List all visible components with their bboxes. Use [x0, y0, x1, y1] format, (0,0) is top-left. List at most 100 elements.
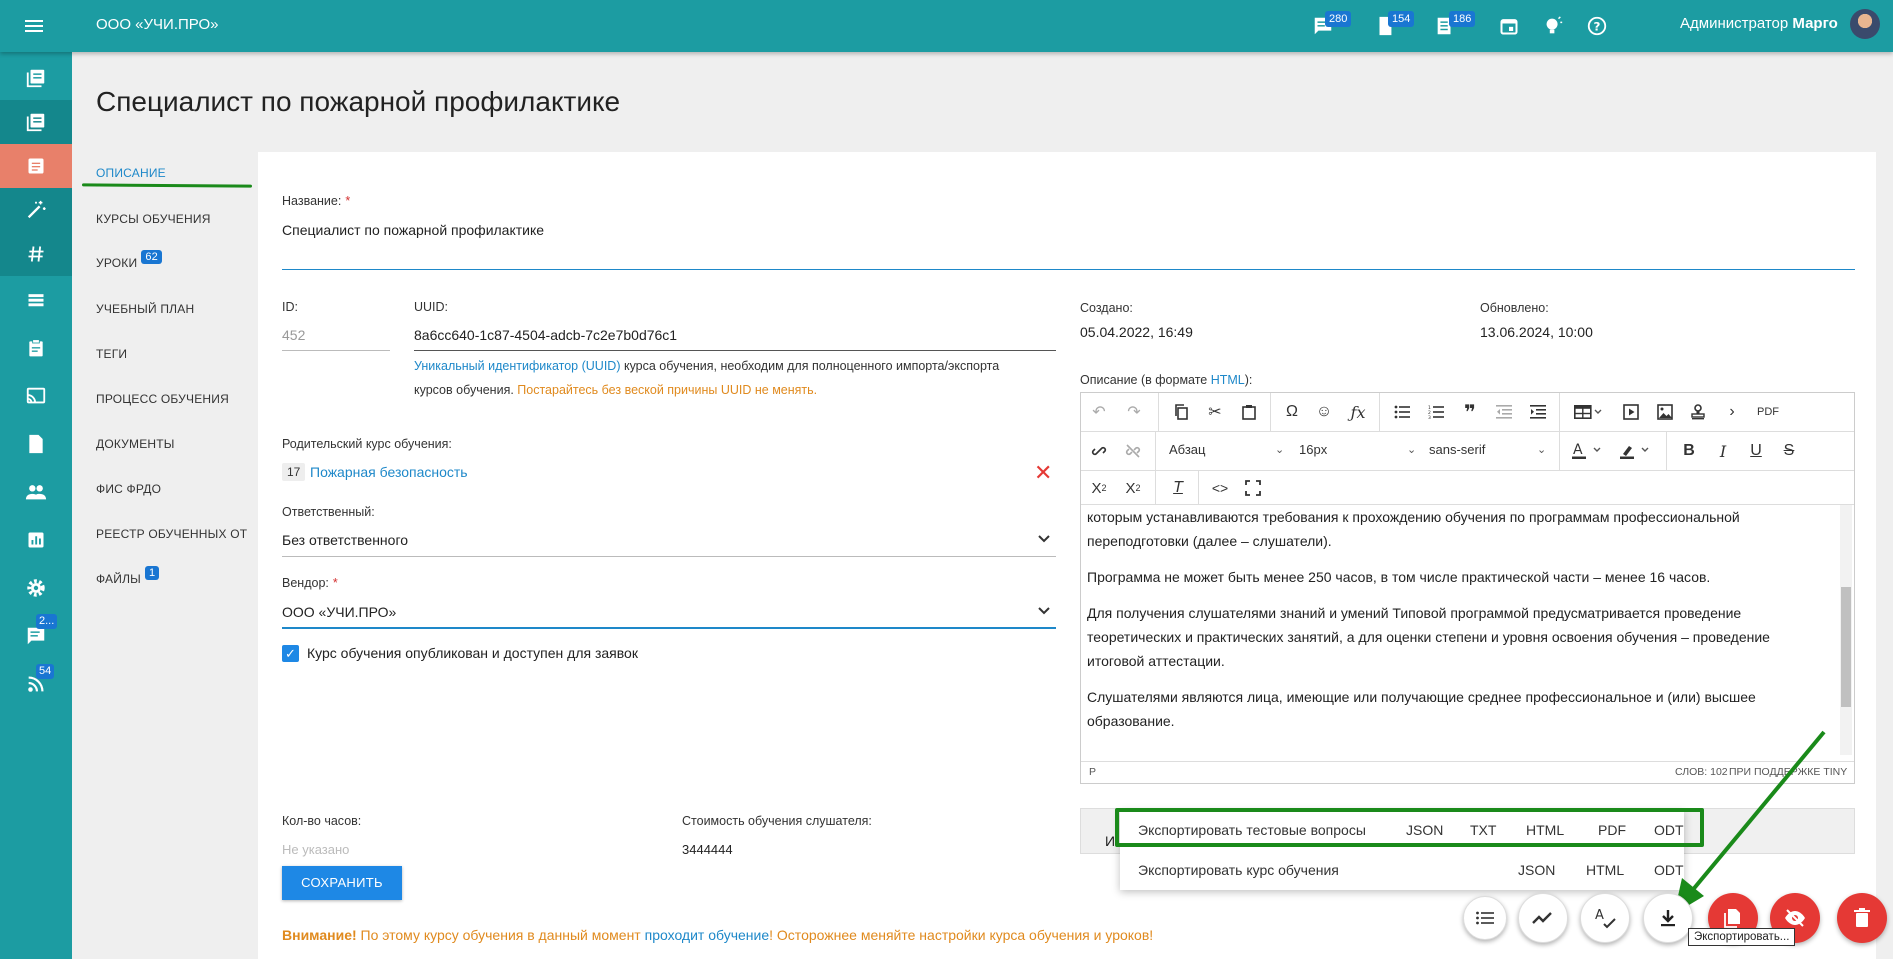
warning-message: Внимание! По этому курсу обучения в данн…	[282, 927, 1153, 943]
sidebar-item-courses[interactable]	[0, 56, 72, 100]
subscript-icon[interactable]: X2	[1087, 477, 1111, 499]
italic-icon[interactable]: I	[1711, 440, 1735, 462]
sidebar-item-settings[interactable]	[0, 566, 72, 610]
numbered-list-icon[interactable]: 123	[1424, 401, 1448, 423]
paste-icon[interactable]	[1237, 401, 1261, 423]
sidebar-item-list[interactable]	[0, 278, 72, 322]
font-size-select[interactable]: 16px ⌄	[1299, 442, 1416, 457]
name-field[interactable]: Специалист по пожарной профилактике	[282, 222, 544, 238]
owner-select[interactable]: Без ответственного	[282, 532, 408, 548]
font-family-select[interactable]: sans-serif ⌄	[1429, 442, 1546, 457]
sidebar-item-reports[interactable]	[0, 518, 72, 562]
media-icon[interactable]	[1619, 401, 1643, 423]
pdf-button[interactable]: PDF	[1751, 401, 1785, 423]
element-path[interactable]: P	[1089, 766, 1096, 778]
bold-icon[interactable]: B	[1677, 440, 1701, 462]
notification-badge: 280	[1325, 11, 1352, 27]
spellcheck-fab-button[interactable]: A	[1580, 893, 1630, 943]
editor-toolbar-row: ↶ ↷ ✂ Ω ☺ ƒx 123 ❞ › PDF	[1081, 393, 1854, 432]
published-checkbox[interactable]: ✓	[282, 645, 299, 662]
sidebar-item-magic[interactable]	[0, 188, 72, 232]
trend-fab-button[interactable]	[1518, 893, 1568, 943]
avatar[interactable]	[1850, 9, 1880, 39]
trash-icon	[1854, 908, 1870, 927]
list-fab-button[interactable]	[1463, 896, 1507, 940]
sidebar-item-tags[interactable]	[0, 232, 72, 276]
page-title: Специалист по пожарной профилактике	[96, 86, 621, 117]
underline-icon[interactable]: U	[1744, 440, 1768, 462]
bullet-list-icon[interactable]	[1390, 401, 1414, 423]
tab-documents[interactable]: ДОКУМЕНТЫ	[96, 437, 175, 451]
price-field[interactable]: 3444444	[682, 842, 733, 857]
special-char-icon[interactable]: Ω	[1280, 401, 1304, 423]
fullscreen-icon[interactable]	[1241, 477, 1265, 499]
sidebar-item-users[interactable]	[0, 470, 72, 514]
vendor-select[interactable]: ООО «УЧИ.ПРО»	[282, 604, 396, 620]
outdent-icon[interactable]	[1492, 401, 1516, 423]
user-menu[interactable]: Администратор Марго	[1680, 15, 1838, 32]
html-link[interactable]: HTML	[1211, 373, 1245, 387]
calendar-icon[interactable]	[1496, 13, 1522, 39]
lightbulb-icon[interactable]	[1540, 13, 1566, 39]
clear-format-icon[interactable]: T	[1166, 477, 1190, 499]
help-icon[interactable]: ?	[1584, 13, 1610, 39]
sidebar-item-cast[interactable]	[0, 374, 72, 418]
link-icon[interactable]	[1087, 440, 1111, 462]
chevron-down-icon[interactable]	[1037, 532, 1051, 549]
chevron-down-icon[interactable]	[1037, 604, 1051, 621]
block-format-select[interactable]: Абзац ⌄	[1169, 442, 1289, 457]
clipboard-icon	[29, 339, 43, 357]
tab-fis-frdo[interactable]: ФИС ФРДО	[96, 482, 161, 496]
editor-content[interactable]: которым устанавливаются требования к про…	[1087, 505, 1827, 753]
tab-description[interactable]: ОПИСАНИЕ	[96, 166, 166, 180]
sidebar-item-assignments[interactable]	[0, 326, 72, 370]
uuid-hint-link[interactable]: Уникальный идентификатор (UUID)	[414, 359, 620, 373]
highlight-color-icon[interactable]	[1617, 440, 1657, 462]
save-button[interactable]: СОХРАНИТЬ	[282, 866, 402, 900]
indent-icon[interactable]	[1526, 401, 1550, 423]
chevron-down-icon: ⌄	[1407, 444, 1417, 456]
sidebar-item-course-detail[interactable]	[0, 144, 72, 188]
redo-icon[interactable]: ↷	[1122, 401, 1146, 423]
editor-toolbar-row: X2 X2 T <>	[1081, 471, 1854, 505]
tab-courses[interactable]: КУРСЫ ОБУЧЕНИЯ	[96, 212, 211, 226]
stamp-icon[interactable]	[1686, 401, 1710, 423]
unlink-icon[interactable]	[1121, 440, 1145, 462]
tab-files[interactable]: ФАЙЛЫ 1	[96, 566, 160, 586]
blockquote-icon[interactable]: ❞	[1458, 401, 1482, 424]
parent-course-link[interactable]: Пожарная безопасность	[310, 464, 468, 480]
tab-label: РЕЕСТР ОБУЧЕННЫХ ОТ	[96, 527, 248, 541]
editor-scrollbar[interactable]	[1840, 505, 1852, 755]
strikethrough-icon[interactable]: S	[1777, 440, 1801, 462]
remove-parent-icon[interactable]: ✕	[1034, 460, 1052, 486]
formula-icon[interactable]: ƒx	[1346, 401, 1370, 423]
tab-learning-process[interactable]: ПРОЦЕСС ОБУЧЕНИЯ	[96, 392, 229, 406]
export-course-html[interactable]: HTML	[1586, 862, 1624, 878]
tab-tags[interactable]: ТЕГИ	[96, 347, 127, 361]
uuid-field[interactable]: 8a6cc640-1c87-4504-adcb-7c2e7b0d76c1	[414, 327, 677, 343]
warning-link[interactable]: проходит обучение	[645, 927, 770, 943]
undo-icon[interactable]: ↶	[1087, 401, 1111, 423]
more-chevron-icon[interactable]: ›	[1720, 401, 1744, 423]
copy-icon[interactable]	[1169, 401, 1193, 423]
text-color-icon[interactable]: A	[1569, 440, 1609, 462]
sidebar-item-programs[interactable]	[0, 100, 72, 144]
sidebar-item-documents[interactable]	[0, 422, 72, 466]
menu-icon[interactable]	[22, 14, 46, 38]
updated-value: 13.06.2024, 10:00	[1480, 324, 1593, 340]
hours-field[interactable]: Не указано	[282, 842, 349, 857]
export-course-json[interactable]: JSON	[1518, 862, 1555, 878]
code-icon[interactable]: <>	[1208, 477, 1232, 499]
export-fab-button[interactable]	[1643, 893, 1693, 943]
image-icon[interactable]	[1653, 401, 1677, 423]
cut-icon[interactable]: ✂	[1203, 401, 1227, 423]
tab-curriculum[interactable]: УЧЕБНЫЙ ПЛАН	[96, 302, 194, 316]
table-icon[interactable]	[1569, 401, 1609, 423]
delete-fab-button[interactable]	[1837, 893, 1887, 943]
brand-name[interactable]: ООО «УЧИ.ПРО»	[96, 16, 218, 33]
tab-lessons[interactable]: УРОКИ 62	[96, 250, 162, 270]
scrollbar-thumb[interactable]	[1841, 587, 1851, 707]
tab-registry[interactable]: РЕЕСТР ОБУЧЕННЫХ ОТ	[96, 527, 247, 541]
emoji-icon[interactable]: ☺	[1312, 401, 1336, 423]
superscript-icon[interactable]: X2	[1121, 477, 1145, 499]
